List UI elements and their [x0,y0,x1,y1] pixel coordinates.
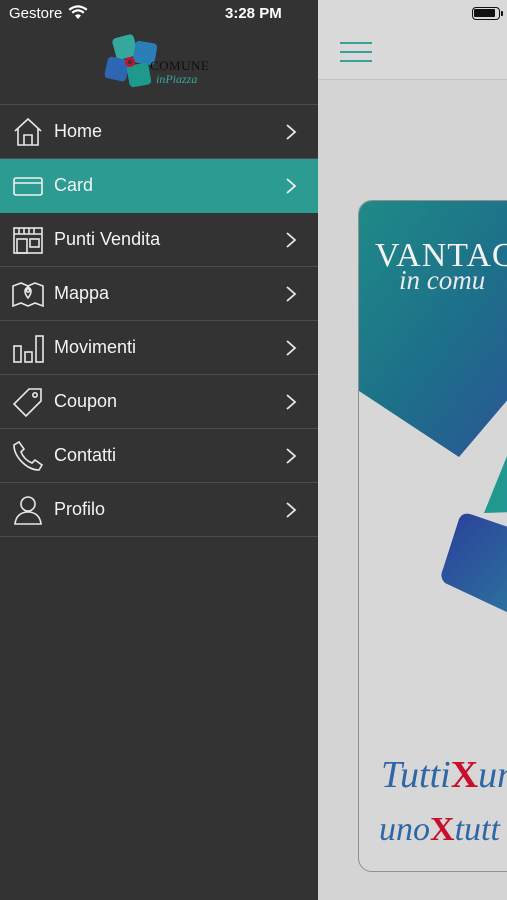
chevron-right-icon [284,177,298,195]
chevron-right-icon [284,393,298,411]
logo-text-inpiazza: inPiazza [156,72,198,86]
menu-item-punti-vendita[interactable]: Punti Vendita [0,213,318,267]
menu-item-movimenti[interactable]: Movimenti [0,321,318,375]
main-top-bar [318,0,507,80]
status-bar: Gestore 3:28 PM [0,0,318,26]
menu-item-label: Home [54,121,103,141]
chevron-right-icon [284,285,298,303]
loyalty-card-image: VANTAG in comu TuttiXun unoXtutt [358,200,507,872]
menu-item-coupon[interactable]: Coupon [0,375,318,429]
chevron-right-icon [284,339,298,357]
chevron-right-icon [284,123,298,141]
app-screen: VANTAG in comu TuttiXun unoXtutt Gestore… [0,0,507,900]
hamburger-menu-icon[interactable] [340,40,374,64]
wifi-icon [68,5,88,24]
chevron-right-icon [284,231,298,249]
menu-item-home[interactable]: Home [0,105,318,159]
card-slogan-line2: unoXtutt [379,811,500,848]
menu-item-profilo[interactable]: Profilo [0,483,318,537]
menu-item-contatti[interactable]: Contatti [0,429,318,483]
battery-icon [472,7,500,20]
menu-item-label: Punti Vendita [54,229,161,249]
app-logo: COMUNE inPiazza [100,32,220,96]
home-icon [12,116,44,148]
tag-icon [12,386,44,418]
menu-item-mappa[interactable]: Mappa [0,267,318,321]
user-icon [12,494,44,526]
menu-item-card[interactable]: Card [0,159,318,213]
card-slogan-line1: TuttiXun [381,754,507,796]
map-icon [12,278,44,310]
menu-item-label: Card [54,175,94,195]
menu-item-label: Profilo [54,499,106,519]
main-content: VANTAG in comu TuttiXun unoXtutt [318,0,507,900]
card-icon [12,170,44,202]
chevron-right-icon [284,501,298,519]
battery-tip [501,11,503,16]
chevron-right-icon [284,447,298,465]
status-time: 3:28 PM [225,5,282,22]
drawer-menu: Home Card Punti Vendita Mappa Movimenti … [0,104,318,537]
menu-item-label: Mappa [54,283,110,303]
phone-icon [12,440,44,472]
bar-chart-icon [12,332,44,364]
side-drawer: Gestore 3:28 PM COMUNE inPiazza Home Car… [0,0,318,900]
menu-item-label: Movimenti [54,337,137,357]
menu-item-label: Contatti [54,445,117,465]
carrier-name: Gestore [9,5,63,22]
store-icon [12,224,44,256]
menu-item-label: Coupon [54,391,118,411]
card-subtitle: in comu [399,265,486,295]
